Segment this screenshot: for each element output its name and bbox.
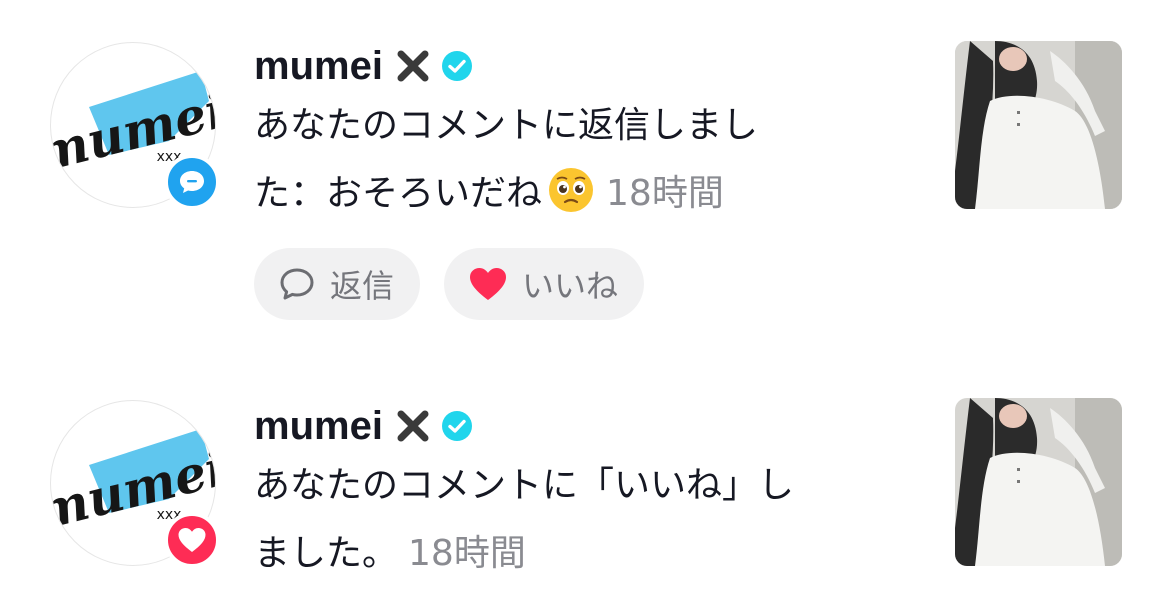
username[interactable]: mumei — [254, 44, 383, 89]
notification-content: mumei あなたのコメントに返信しまし た：おそろいだね 18時間 返信 いい… — [254, 42, 914, 320]
notification-message: あなたのコメントに「いいね」し ました。 18時間 — [254, 452, 894, 588]
notification-content: mumei あなたのコメントに「いいね」し ました。 18時間 — [254, 402, 914, 588]
comment-bubble-icon — [278, 266, 316, 302]
username[interactable]: mumei — [254, 404, 383, 449]
timestamp: 18時間 — [408, 533, 526, 574]
message-line: ました。 — [254, 533, 399, 574]
heart-icon — [468, 266, 508, 302]
x-mark-icon — [395, 48, 431, 84]
reply-label: 返信 — [330, 267, 395, 305]
message-line: あなたのコメントに返信しまし — [254, 105, 759, 146]
message-line: た：おそろいだね — [254, 173, 543, 214]
verified-badge-icon — [441, 410, 473, 442]
avatar[interactable]: mumei xxx — [50, 42, 220, 210]
video-thumbnail[interactable] — [955, 41, 1122, 209]
pleading-face-icon — [546, 165, 596, 215]
comment-badge-icon — [164, 154, 220, 210]
reply-button[interactable]: 返信 — [254, 248, 421, 320]
heart-badge-icon — [164, 512, 220, 568]
message-line: あなたのコメントに「いいね」し — [254, 465, 795, 506]
action-row: 返信 いいね — [254, 248, 914, 320]
x-mark-icon — [395, 408, 431, 444]
notification-item[interactable]: mumei xxx mumei — [0, 360, 1170, 594]
notification-message: あなたのコメントに返信しまし た：おそろいだね 18時間 — [254, 92, 894, 228]
video-thumbnail[interactable] — [955, 398, 1122, 566]
notification-item[interactable]: mumei xxx mumei — [0, 0, 1170, 340]
timestamp: 18時間 — [606, 173, 724, 214]
like-button[interactable]: いいね — [444, 248, 645, 320]
like-label: いいね — [522, 267, 619, 305]
avatar[interactable]: mumei xxx — [50, 400, 220, 568]
verified-badge-icon — [441, 50, 473, 82]
